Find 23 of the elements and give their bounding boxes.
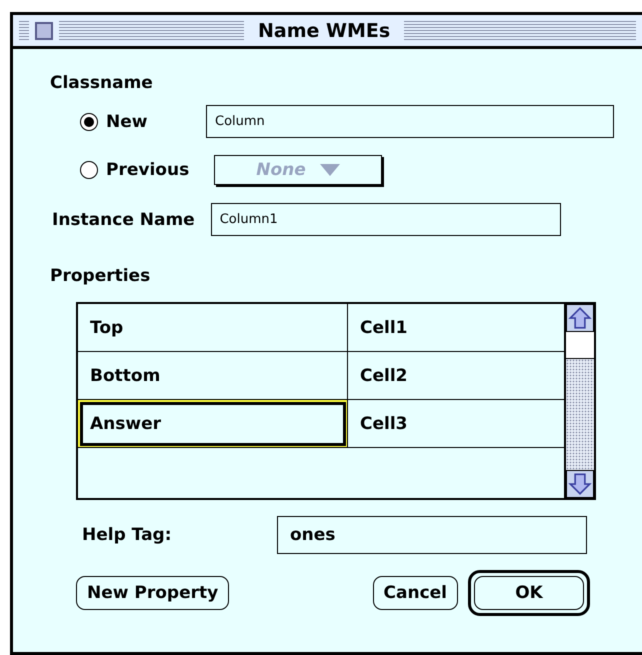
close-box-icon[interactable]	[35, 22, 53, 40]
window-title: Name WMEs	[257, 20, 392, 42]
radio-button[interactable]: New	[80, 112, 206, 132]
property-name-cell[interactable]: Answer	[78, 400, 348, 448]
section-heading: Properties	[50, 266, 150, 286]
section-heading: Classname	[50, 73, 153, 93]
input-field[interactable]: Column	[206, 105, 614, 138]
property-name-cell[interactable]: Top	[78, 304, 348, 352]
property-value-cell[interactable]: Cell2	[348, 352, 564, 400]
scroll-down-arrow-icon[interactable]	[566, 470, 594, 498]
caret-icon	[320, 164, 340, 176]
new-property-button[interactable]: New Property	[76, 576, 230, 610]
cancel-button[interactable]: Cancel	[372, 576, 458, 610]
property-name-cell[interactable]: Bottom	[78, 352, 348, 400]
property-value-cell[interactable]: Cell1	[348, 304, 564, 352]
scroll-up-arrow-icon[interactable]	[566, 304, 594, 332]
input-field[interactable]: ones	[277, 516, 587, 554]
field-label: Instance Name	[52, 210, 195, 230]
radio-circle-icon[interactable]	[80, 112, 98, 130]
property-value-cell[interactable]: Cell3	[348, 400, 564, 448]
ok-button[interactable]: OK	[474, 576, 584, 610]
field-label: Help Tag:	[82, 525, 173, 545]
input-field[interactable]: Column1	[210, 203, 561, 236]
